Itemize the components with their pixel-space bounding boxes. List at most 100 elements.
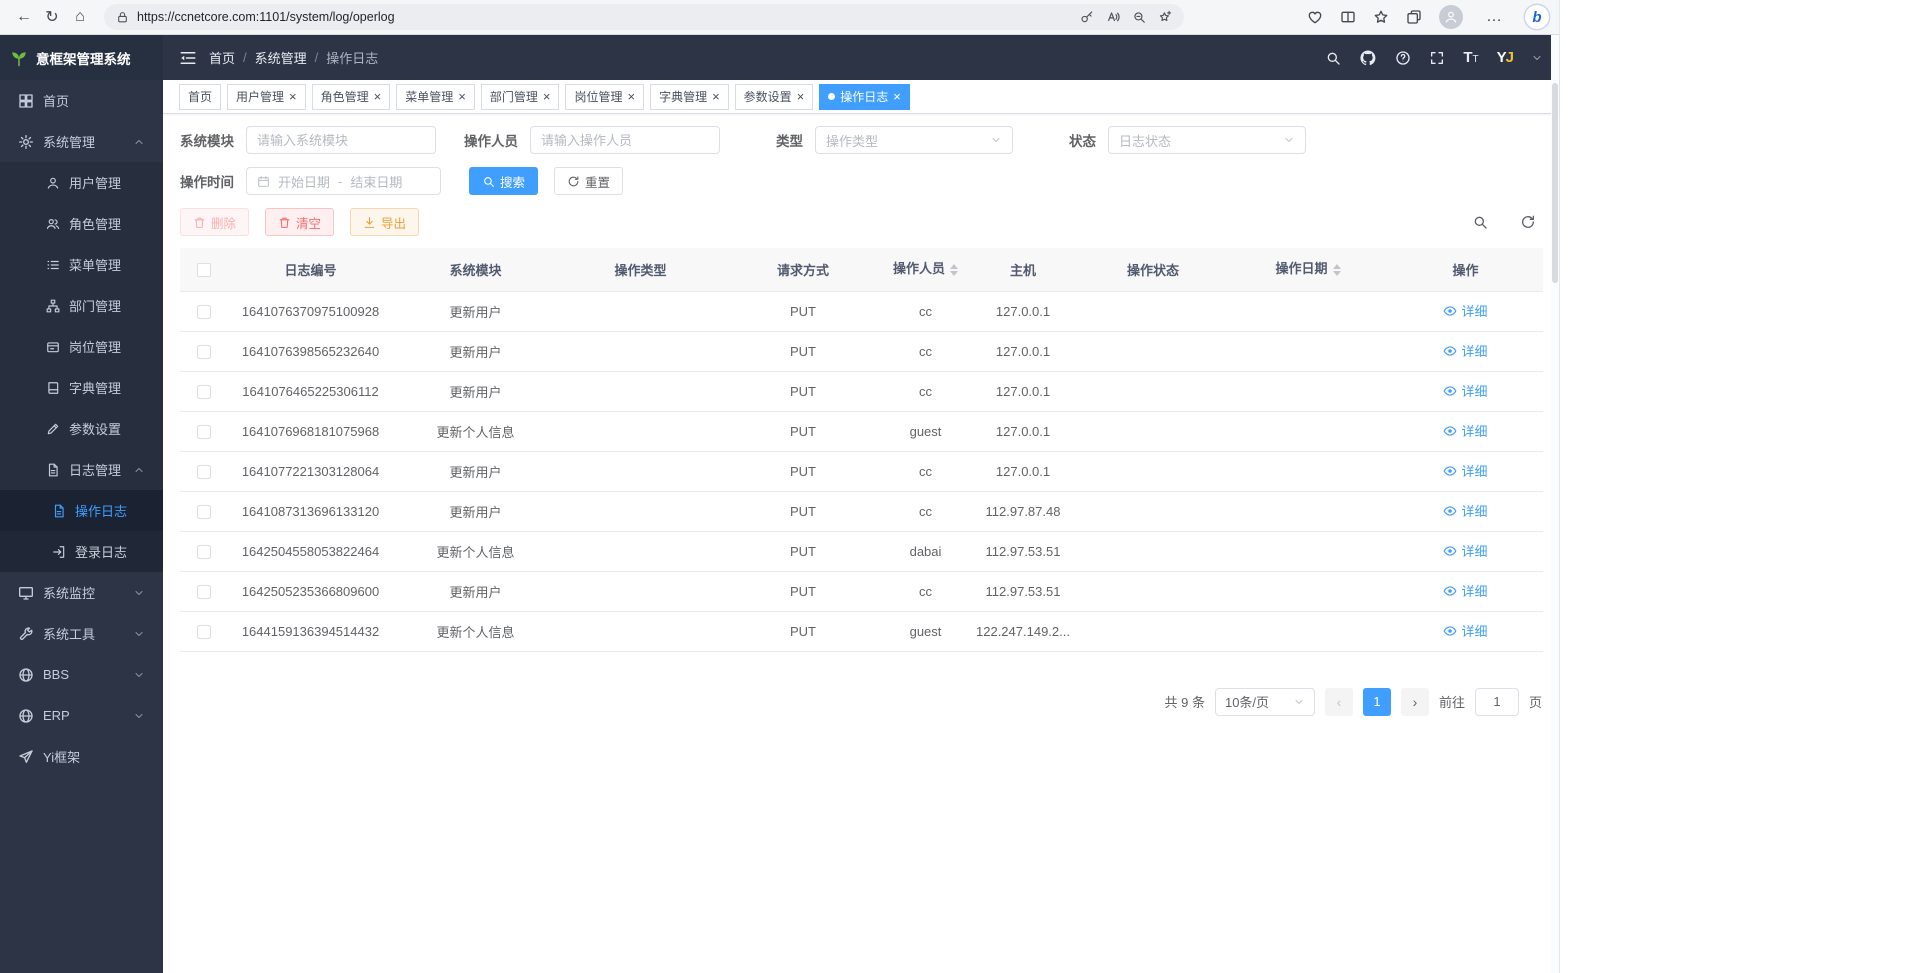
module-input[interactable] [257,133,425,148]
sidebar-item-system-mgmt[interactable]: 系统管理 [0,121,163,162]
sidebar-item-home[interactable]: 首页 [0,80,163,121]
password-key-icon[interactable] [1080,10,1094,24]
app-logo[interactable]: 意框架管理系统 [0,35,163,80]
user-avatar-logo[interactable]: YJ [1497,49,1513,66]
tab-role-mgmt[interactable]: 角色管理 × [312,84,391,110]
font-size-icon[interactable]: TT [1463,49,1478,67]
detail-link[interactable]: 详细 [1443,301,1487,320]
sidebar-item-erp[interactable]: ERP [0,695,163,736]
tab-home[interactable]: 首页 [179,84,221,110]
date-range-picker[interactable]: 开始日期 - 结束日期 [246,167,441,195]
sidebar-item-login-log[interactable]: 登录日志 [0,531,163,572]
tab-dept-mgmt[interactable]: 部门管理 × [481,84,560,110]
toggle-search-button[interactable] [1466,208,1494,236]
export-button[interactable]: 导出 [350,208,419,236]
close-icon[interactable]: × [543,90,551,103]
detail-link[interactable]: 详细 [1443,621,1487,640]
help-icon[interactable] [1395,50,1411,66]
close-icon[interactable]: × [458,90,466,103]
sidebar-item-log-mgmt[interactable]: 日志管理 [0,449,163,490]
github-icon[interactable] [1359,49,1377,67]
close-icon[interactable]: × [712,90,720,103]
tab-post-mgmt[interactable]: 岗位管理 × [565,84,644,110]
more-menu-icon[interactable]: … [1480,3,1508,31]
sidebar-item-role-mgmt[interactable]: 角色管理 [0,203,163,244]
page-1-button[interactable]: 1 [1363,688,1391,716]
type-select[interactable]: 操作类型 [815,126,1013,154]
close-icon[interactable]: × [893,90,901,103]
search-button[interactable]: 搜索 [469,167,538,195]
sidebar-item-dept-mgmt[interactable]: 部门管理 [0,285,163,326]
detail-link[interactable]: 详细 [1443,501,1487,520]
add-favorite-icon[interactable] [1158,10,1172,24]
sort-date[interactable] [1333,260,1341,280]
tab-menu-mgmt[interactable]: 菜单管理 × [396,84,475,110]
sidebar-item-system-tools[interactable]: 系统工具 [0,613,163,654]
row-checkbox[interactable] [197,545,211,559]
detail-link[interactable]: 详细 [1443,581,1487,600]
reset-button[interactable]: 重置 [554,167,623,195]
fullscreen-icon[interactable] [1429,50,1445,66]
close-icon[interactable]: × [289,90,297,103]
sidebar-fold-icon[interactable] [179,49,197,67]
detail-link[interactable]: 详细 [1443,461,1487,480]
row-checkbox[interactable] [197,305,211,319]
tab-user-mgmt[interactable]: 用户管理 × [227,84,306,110]
tab-param-settings[interactable]: 参数设置 × [735,84,814,110]
sidebar-item-operation-log[interactable]: 操作日志 [0,490,163,531]
sidebar-item-bbs[interactable]: BBS [0,654,163,695]
home-button[interactable]: ⌂ [66,3,94,31]
address-bar[interactable] [104,4,1184,30]
browser-essentials-icon[interactable] [1307,9,1323,25]
read-aloud-icon[interactable] [1106,10,1120,24]
scrollbar-thumb[interactable] [1552,83,1558,283]
sidebar-item-menu-mgmt[interactable]: 菜单管理 [0,244,163,285]
row-checkbox[interactable] [197,425,211,439]
sidebar-item-yi-framework[interactable]: Yi框架 [0,736,163,777]
operator-input[interactable] [541,133,709,148]
select-all-checkbox[interactable] [197,263,211,277]
search-icon[interactable] [1325,50,1341,66]
row-checkbox[interactable] [197,585,211,599]
sidebar-item-post-mgmt[interactable]: 岗位管理 [0,326,163,367]
reload-button[interactable]: ↻ [38,3,66,31]
detail-link[interactable]: 详细 [1443,381,1487,400]
sidebar-item-system-monitor[interactable]: 系统监控 [0,572,163,613]
split-screen-icon[interactable] [1340,9,1356,25]
collections-icon[interactable] [1406,9,1422,25]
breadcrumb-system[interactable]: 系统管理 [255,48,307,67]
row-checkbox[interactable] [197,385,211,399]
status-select[interactable]: 日志状态 [1108,126,1306,154]
page-size-select[interactable]: 10条/页 [1215,688,1315,716]
back-button[interactable]: ← [10,3,38,31]
zoom-out-icon[interactable] [1132,10,1146,24]
bing-copilot-icon[interactable]: b [1525,5,1549,29]
detail-link[interactable]: 详细 [1443,541,1487,560]
next-page-button[interactable]: › [1401,688,1429,716]
sidebar-item-param-settings[interactable]: 参数设置 [0,408,163,449]
goto-page-input[interactable] [1475,688,1519,716]
row-checkbox[interactable] [197,345,211,359]
tab-operation-log[interactable]: 操作日志 × [819,84,910,110]
prev-page-button[interactable]: ‹ [1325,688,1353,716]
refresh-table-button[interactable] [1514,208,1542,236]
row-checkbox[interactable] [197,465,211,479]
chevron-down-icon[interactable] [1531,52,1543,64]
clear-button[interactable]: 清空 [265,208,334,236]
detail-link[interactable]: 详细 [1443,341,1487,360]
sidebar-item-user-mgmt[interactable]: 用户管理 [0,162,163,203]
sidebar-item-dict-mgmt[interactable]: 字典管理 [0,367,163,408]
close-icon[interactable]: × [374,90,382,103]
row-checkbox[interactable] [197,625,211,639]
close-icon[interactable]: × [627,90,635,103]
close-icon[interactable]: × [797,90,805,103]
detail-link[interactable]: 详细 [1443,421,1487,440]
url-input[interactable] [137,10,1072,24]
favorites-icon[interactable] [1373,9,1389,25]
tab-dict-mgmt[interactable]: 字典管理 × [650,84,729,110]
sort-operator[interactable] [950,260,958,280]
delete-button[interactable]: 删除 [180,208,249,236]
row-checkbox[interactable] [197,505,211,519]
profile-avatar[interactable] [1439,5,1463,29]
breadcrumb-home[interactable]: 首页 [209,48,235,67]
